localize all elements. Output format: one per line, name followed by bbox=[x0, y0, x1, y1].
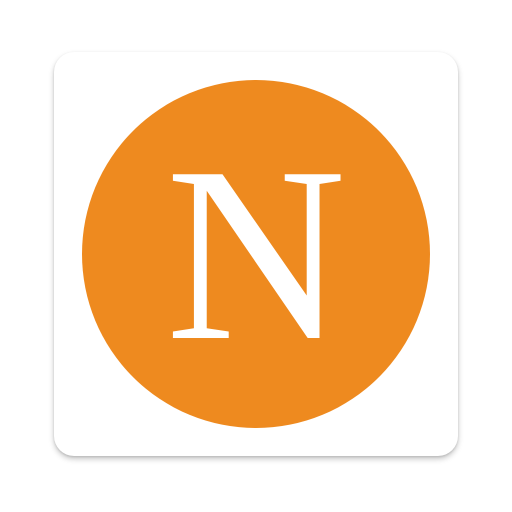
logo-letter: N bbox=[165, 116, 347, 393]
screen: N bbox=[0, 0, 512, 512]
app-icon-tile[interactable]: N bbox=[54, 52, 458, 456]
logo-circle: N bbox=[82, 80, 430, 428]
